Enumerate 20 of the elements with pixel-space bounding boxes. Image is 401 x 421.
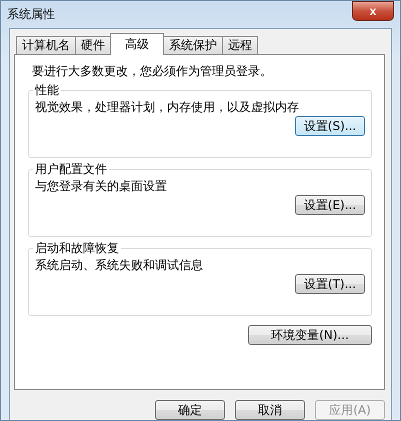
tab[interactable]: 高级 [110,33,164,55]
group-title: 性能 [34,82,60,99]
settings-button[interactable]: 设置(S)... [295,116,365,136]
settings-button[interactable]: 设置(T)... [295,274,365,294]
tab[interactable]: 系统保护 [163,36,223,55]
notice-text: 要进行大多数更改，您必须作为管理员登录。 [32,63,273,80]
tab[interactable]: 硬件 [75,36,111,55]
group-title: 用户配置文件 [34,161,108,178]
window-title: 系统属性 [7,6,55,23]
group-description: 系统启动、系统失败和调试信息 [35,257,204,274]
environment-variables-button[interactable]: 环境变量(N)... [248,325,372,345]
tab[interactable]: 计算机名 [16,36,76,55]
dialog-button[interactable]: 取消 [235,400,305,420]
tab[interactable]: 远程 [222,36,258,55]
group-title: 启动和故障恢复 [34,240,120,257]
dialog-button[interactable]: 确定 [155,400,225,420]
settings-button[interactable]: 设置(E)... [295,195,365,215]
group-description: 与您登录有关的桌面设置 [35,178,168,195]
group-description: 视觉效果，处理器计划，内存使用，以及虚拟内存 [35,99,300,116]
close-button[interactable]: x [352,0,394,20]
